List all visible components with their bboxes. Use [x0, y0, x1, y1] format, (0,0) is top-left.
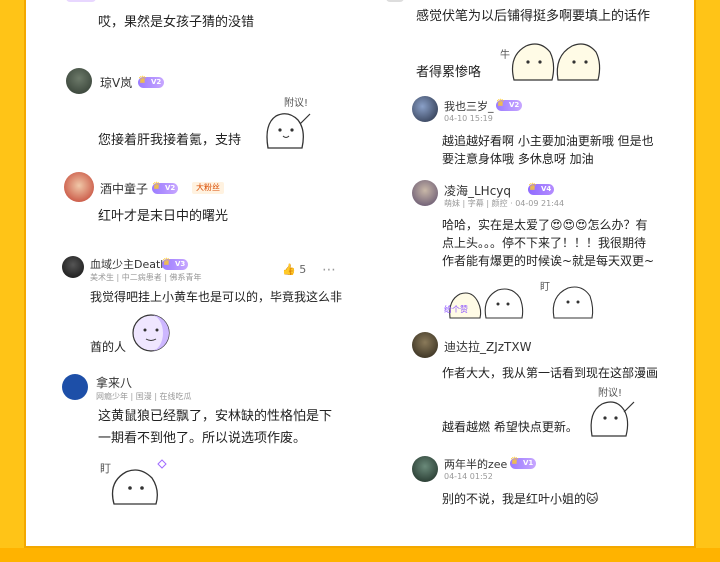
more-icon[interactable]: ⋯ — [322, 262, 337, 278]
comment-text: 作者能有爆更的时候诶~就是每天双更~ — [442, 254, 655, 268]
like-button[interactable]: 👍 5 — [282, 263, 306, 276]
level-badge: ♛ V2 — [152, 181, 179, 194]
comment-text: 别的不说，我是红叶小姐的🐱 — [442, 492, 599, 506]
comment-text: 一期看不到他了。所以说选项作废。 — [98, 431, 307, 446]
avatar[interactable] — [62, 374, 88, 400]
crown-icon: ♛ — [510, 456, 519, 467]
level-badge: ♛ V3 — [162, 257, 189, 270]
user-tags: 美术生 | 中二病患者 | 佛系青年 — [90, 273, 202, 282]
fan-tag: 大粉丝 — [192, 182, 224, 194]
moon-sticker — [130, 312, 172, 354]
level-badge: ♛ V1 — [510, 456, 537, 469]
username[interactable]: 血域少主Death — [90, 256, 167, 272]
crown-icon: ♛ — [528, 182, 537, 193]
comment-text: 我觉得吧挂上小黄车也是可以的，毕竟我这么非 — [90, 290, 343, 304]
comment-panel: 哎，果然是女孩子猜的没错 琼V岚 ♛ V2 您接着肝我接着氪，支持 附议! 酒中童… — [24, 0, 696, 548]
avatar[interactable] — [64, 172, 94, 202]
avatar[interactable] — [412, 332, 438, 358]
username[interactable]: 琼V岚 — [100, 74, 132, 91]
username[interactable]: 我也三岁_ — [444, 98, 494, 114]
crown-icon: ♛ — [152, 181, 161, 192]
crown-icon: ♛ — [162, 257, 171, 268]
bottom-border — [0, 548, 720, 562]
comment-text: 酋的人 — [90, 340, 127, 354]
level-badge: ♛ V2 — [138, 75, 165, 88]
sticker-image: 附议! — [580, 384, 644, 438]
avatar[interactable] — [412, 456, 438, 482]
username[interactable]: 迪达拉_ZJzTXW — [444, 338, 531, 355]
level-badge: ♛ V2 — [496, 98, 523, 111]
avatar-partial — [386, 0, 404, 2]
level-badge: ♛ V4 — [528, 182, 555, 195]
comment-text: 哎，果然是女孩子猜的没错 — [98, 15, 255, 30]
username[interactable]: 凌海_LHcyq — [444, 182, 511, 199]
user-tags: 萌妹 | 字幕 | 颜控 · 04-09 21:44 — [444, 199, 565, 208]
comment-text: 您接着肝我接着氪，支持 — [98, 133, 242, 148]
comment-text: 红叶才是末日中的曙光 — [98, 209, 229, 224]
comment-text: 感觉伏笔为以后铺得挺多啊要填上的话作 — [416, 9, 651, 24]
comment-text: 者得累惨咯 — [416, 65, 482, 80]
user-tags: 网瘾少年 | 国漫 | 在线吃瓜 — [96, 392, 192, 401]
sticker-image: 盯 — [96, 454, 180, 506]
crown-icon: ♛ — [138, 75, 147, 86]
username[interactable]: 酒中童子 — [100, 180, 148, 197]
sticker-image: 附议! — [254, 94, 324, 154]
timestamp: 04-10 15:19 — [444, 114, 493, 123]
avatar[interactable] — [412, 96, 438, 122]
crown-icon: ♛ — [496, 98, 505, 109]
sticker-image: 牛 — [494, 30, 614, 82]
avatar[interactable] — [62, 256, 84, 278]
sticker-image: 给个赞 盯 — [444, 274, 612, 320]
comment-text: 作者大大，我从第一话看到现在这部漫画 — [442, 366, 659, 380]
timestamp: 04-14 01:52 — [444, 472, 493, 481]
username[interactable]: 拿来八 — [96, 374, 132, 391]
avatar[interactable] — [66, 68, 92, 94]
thumb-up-icon: 👍 — [282, 263, 296, 276]
avatar-partial — [66, 0, 96, 2]
comment-text: 要注意身体哦 多休息呀 加油 — [442, 152, 594, 166]
comment-text: 越看越燃 希望快点更新。 — [442, 420, 578, 434]
avatar[interactable] — [412, 180, 438, 206]
username[interactable]: 两年半的zee — [444, 456, 507, 472]
